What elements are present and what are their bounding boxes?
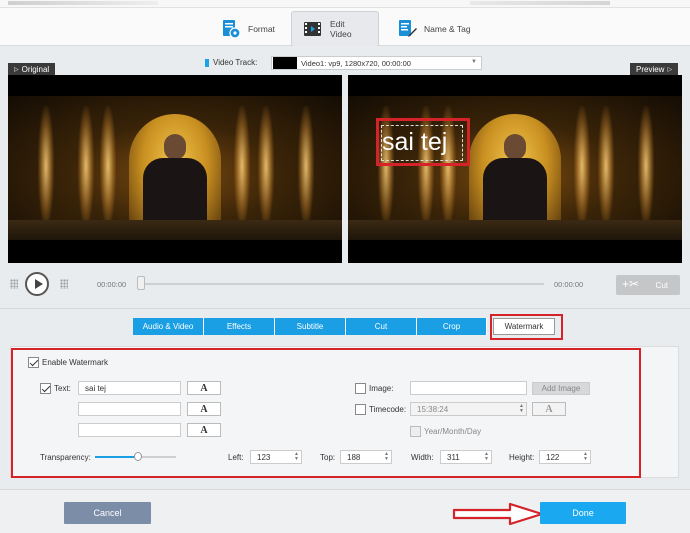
video-track-icon xyxy=(205,58,209,67)
video-thumbnail xyxy=(273,57,297,69)
name-tag-edit-icon xyxy=(396,18,418,40)
grip-icon xyxy=(60,279,68,289)
tab-crop[interactable]: Crop xyxy=(417,318,487,335)
tab-effects[interactable]: Effects xyxy=(204,318,275,335)
play-small-icon: ▷ xyxy=(667,66,673,73)
top-tab-bar: Format Edit Video Name & Tag xyxy=(0,8,690,46)
original-video-frame xyxy=(8,96,342,240)
tab-format[interactable]: Format xyxy=(220,11,275,46)
time-end: 00:00:00 xyxy=(554,280,584,289)
preview-pane-label: Preview ▷ xyxy=(630,63,679,75)
tab-audio-video[interactable]: Audio & Video xyxy=(133,318,204,335)
divider xyxy=(0,308,690,309)
original-video-pane xyxy=(8,75,342,263)
original-pane-label: ▷ Original xyxy=(8,63,56,75)
play-small-icon: ▷ xyxy=(14,66,19,73)
player-controls: 00:00:00 00:00:00 +✂ Cut xyxy=(0,270,690,298)
preview-video-pane xyxy=(348,75,682,263)
timeline-knob[interactable] xyxy=(137,276,145,290)
tab-edit-video[interactable]: Edit Video xyxy=(291,11,379,46)
grip-icon xyxy=(10,279,18,289)
video-track-select[interactable]: Video1: vp9, 1280x720, 00:00:00 ▼ xyxy=(271,56,482,70)
format-settings-icon xyxy=(220,18,242,40)
film-edit-icon xyxy=(302,18,324,40)
timeline-slider[interactable] xyxy=(140,283,544,285)
watermark-panel-annotation xyxy=(11,348,641,478)
watermark-annotation-box xyxy=(376,118,470,166)
video-track-row: Video Track: Video1: vp9, 1280x720, 00:0… xyxy=(0,56,690,70)
cut-button[interactable]: +✂ Cut xyxy=(616,275,680,295)
scissors-icon: +✂ xyxy=(622,277,640,291)
done-button[interactable]: Done xyxy=(540,502,626,524)
play-button[interactable] xyxy=(25,272,49,296)
video-track-label: Video Track: xyxy=(205,58,257,67)
cancel-button[interactable]: Cancel xyxy=(64,502,151,524)
tab-name-and-tag[interactable]: Name & Tag xyxy=(396,11,471,46)
tab-subtitle[interactable]: Subtitle xyxy=(275,318,346,335)
time-start: 00:00:00 xyxy=(97,280,127,289)
tab-cut[interactable]: Cut xyxy=(346,318,417,335)
watermark-tab-annotation xyxy=(490,314,563,340)
arrow-annotation-icon xyxy=(452,503,544,525)
chevron-down-icon: ▼ xyxy=(471,59,477,65)
top-strip xyxy=(0,0,690,8)
